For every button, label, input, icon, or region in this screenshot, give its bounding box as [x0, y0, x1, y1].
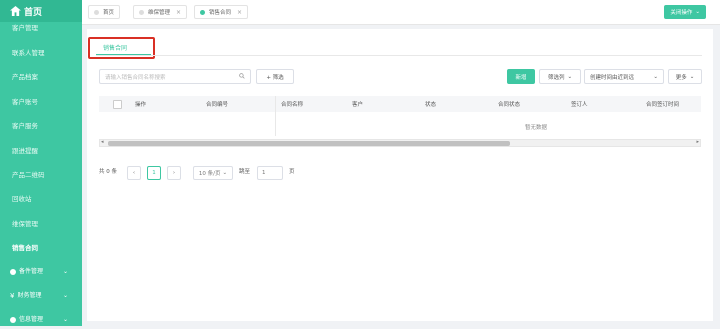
page-size-select[interactable]: 10 条/页 ⌄	[193, 166, 233, 180]
new-button[interactable]: 新增	[507, 69, 535, 84]
sidebar-item-follow-up[interactable]: 跟进提醒	[0, 142, 82, 160]
chevron-down-icon: ⌄	[653, 73, 658, 80]
column-header[interactable]: 合同状态	[498, 100, 520, 108]
tab-dot-icon	[200, 9, 205, 15]
next-page-button[interactable]: ›	[167, 166, 181, 180]
column-filter-label: 筛选列	[547, 74, 565, 81]
sidebar-group-label: 备件管理	[19, 268, 44, 275]
sidebar-item-products[interactable]: 产品档案	[0, 68, 82, 86]
gear-icon	[10, 269, 16, 275]
tab-bar: 首页 维保管理 × 销售合同 × 关闭操作 ⌄	[82, 0, 720, 25]
chevron-down-icon: ⌄	[222, 170, 228, 176]
sidebar-item-customer-service[interactable]: 客户服务	[0, 117, 82, 135]
page-size-value: 10 条/页	[198, 171, 221, 177]
sidebar-item-qr-codes[interactable]: 产品二维码	[0, 166, 82, 184]
sidebar-item-customers[interactable]: 客户管理	[0, 22, 82, 34]
tab-dot-icon	[94, 9, 99, 15]
total-count: 共 0 条	[99, 169, 117, 175]
column-divider[interactable]	[275, 96, 276, 136]
more-button[interactable]: 更多 ⌄	[668, 69, 702, 84]
sort-select[interactable]: 创建时间由近到远 ⌄	[584, 69, 664, 84]
main-content: 销售合同 请输入销售合同名称搜索 + 筛选 新增 筛选列 ⌄ 创建时间由近到远 …	[87, 29, 713, 321]
search-placeholder: 请输入销售合同名称搜索	[105, 74, 166, 81]
sidebar-group-label: 财务管理	[17, 292, 42, 299]
search-input[interactable]: 请输入销售合同名称搜索	[99, 69, 251, 84]
sidebar-item-recycle-bin[interactable]: 回收站	[0, 190, 82, 208]
tab-label: 销售合同	[209, 10, 232, 16]
tab-label: 维保管理	[148, 10, 171, 16]
goto-page-input[interactable]: 1	[257, 166, 283, 180]
column-header[interactable]: 合同编号	[206, 100, 228, 108]
add-filter-button[interactable]: + 筛选	[256, 69, 294, 84]
prev-page-button[interactable]: ‹	[127, 166, 141, 180]
home-logo[interactable]: 首页	[0, 0, 82, 22]
table-header: 操作 合同编号 合同名称 客户 状态 合同状态 签订人 合同签订时间	[99, 96, 701, 112]
horizontal-scrollbar[interactable]: ◂ ▸	[99, 139, 701, 147]
close-operations-label: 关闭操作	[670, 10, 693, 16]
column-header[interactable]: 状态	[425, 100, 436, 108]
chevron-left-icon: ‹	[132, 170, 136, 176]
page-suffix: 页	[289, 169, 295, 175]
chevron-down-icon: ⌄	[62, 316, 68, 323]
chevron-down-icon: ⌄	[62, 268, 68, 275]
info-icon	[10, 317, 16, 323]
sidebar-group-parts[interactable]: 备件管理 ⌄	[0, 263, 82, 281]
chevron-down-icon: ⌄	[567, 73, 573, 80]
home-label: 首页	[24, 7, 43, 18]
scrollbar-thumb[interactable]	[108, 141, 510, 146]
subtab-sales-contracts[interactable]: 销售合同	[103, 43, 127, 52]
chevron-down-icon: ⌄	[695, 9, 700, 15]
sidebar-item-sales-contracts[interactable]: 销售合同	[0, 239, 82, 257]
sidebar-group-finance[interactable]: ¥ 财务管理 ⌄	[0, 287, 82, 305]
close-operations-button[interactable]: 关闭操作 ⌄	[664, 5, 706, 19]
arrow-left-icon[interactable]: ◂	[101, 139, 104, 145]
tab-home[interactable]: 首页	[88, 5, 121, 19]
select-all-checkbox[interactable]	[113, 100, 122, 109]
column-header[interactable]: 合同签订时间	[646, 100, 679, 108]
column-header[interactable]: 客户	[352, 100, 363, 108]
sidebar-item-contacts[interactable]: 联系人管理	[0, 44, 82, 62]
sidebar-group-label: 信息管理	[19, 316, 44, 323]
column-header[interactable]: 签订人	[571, 100, 588, 108]
tab-maintenance[interactable]: 维保管理 ×	[133, 5, 188, 19]
tab-label: 首页	[103, 10, 115, 16]
chevron-down-icon: ⌄	[689, 73, 695, 80]
column-filter-button[interactable]: 筛选列 ⌄	[539, 69, 581, 84]
search-icon[interactable]	[239, 73, 245, 79]
tab-sales-contracts[interactable]: 销售合同 ×	[194, 5, 249, 19]
chevron-down-icon: ⌄	[62, 292, 68, 299]
close-icon[interactable]: ×	[176, 9, 181, 16]
goto-label: 跳至	[239, 169, 251, 175]
arrow-right-icon[interactable]: ▸	[696, 139, 699, 145]
sidebar: 首页 客户管理 联系人管理 产品档案 客户账号 客户服务 跟进提醒 产品二维码 …	[0, 0, 82, 326]
sidebar-item-maintenance[interactable]: 维保管理	[0, 215, 82, 233]
sidebar-group-info[interactable]: 信息管理 ⌄	[0, 311, 82, 329]
sidebar-item-customer-accounts[interactable]: 客户账号	[0, 93, 82, 111]
chevron-right-icon: ›	[172, 170, 176, 176]
column-header[interactable]: 合同名称	[281, 100, 303, 108]
tab-dot-icon	[139, 9, 144, 15]
page-number-button[interactable]: 1	[147, 166, 161, 180]
empty-state-text: 暂无数据	[525, 125, 548, 131]
close-icon[interactable]: ×	[237, 9, 242, 16]
yen-icon: ¥	[10, 292, 15, 300]
more-label: 更多	[675, 74, 687, 81]
divider	[96, 55, 702, 56]
column-header[interactable]: 操作	[135, 100, 146, 108]
sort-select-value: 创建时间由近到远	[590, 74, 635, 81]
home-icon	[10, 6, 21, 16]
